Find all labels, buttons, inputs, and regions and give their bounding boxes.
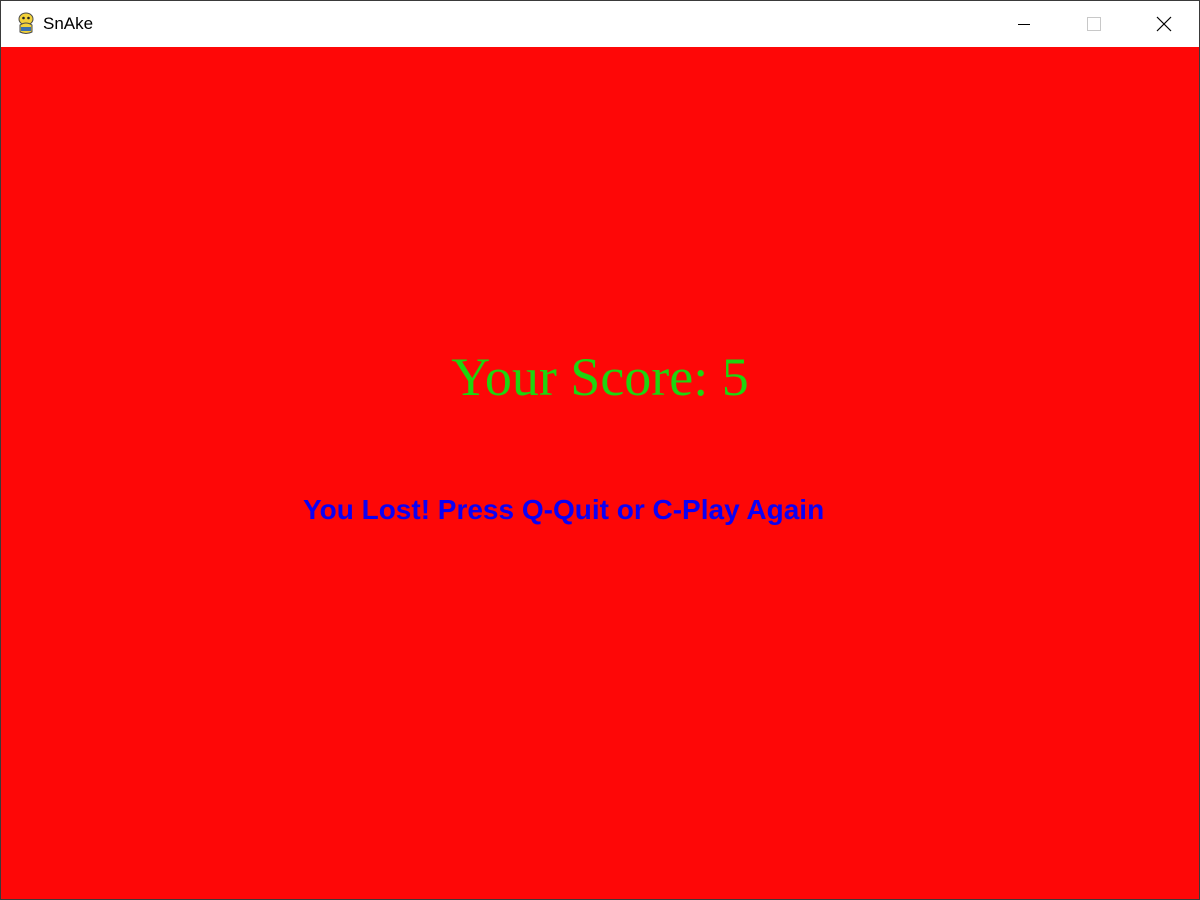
close-icon [1156, 16, 1172, 32]
minimize-button[interactable] [989, 1, 1059, 47]
window-controls [989, 1, 1199, 47]
minimize-icon [1018, 24, 1030, 25]
close-button[interactable] [1129, 1, 1199, 47]
game-window: SnAke Your Score: 5 You Lost! Press Q-Qu… [0, 0, 1200, 900]
maximize-button[interactable] [1059, 1, 1129, 47]
score-text: Your Score: 5 [451, 347, 749, 407]
maximize-icon [1087, 17, 1101, 31]
window-title: SnAke [43, 14, 94, 33]
game-over-message: You Lost! Press Q-Quit or C-Play Again [303, 494, 825, 525]
pygame-snake-icon [18, 12, 34, 34]
game-canvas[interactable]: Your Score: 5 You Lost! Press Q-Quit or … [1, 47, 1199, 899]
title-bar[interactable]: SnAke [1, 1, 1199, 47]
